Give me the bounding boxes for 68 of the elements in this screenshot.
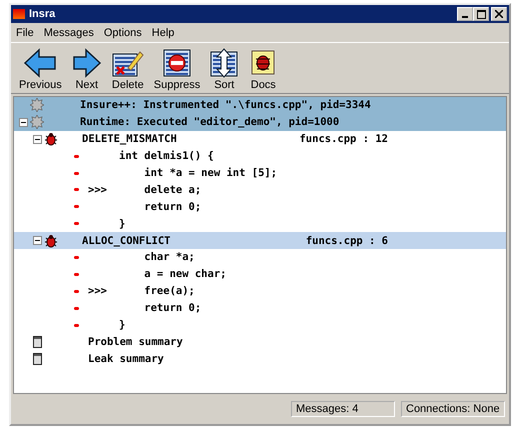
bullet-icon — [74, 222, 79, 226]
error-name: DELETE_MISMATCH — [82, 133, 177, 146]
status-panel: Messages: 4 — [291, 401, 395, 417]
toolbar-button[interactable]: Next — [70, 48, 104, 91]
bug-icon — [44, 132, 58, 146]
error-row[interactable]: ALLOC_CONFLICT funcs.cpp : 6 — [14, 232, 506, 250]
summary-text: Leak summary — [88, 352, 164, 365]
menu-item[interactable]: Options — [102, 26, 143, 38]
line-marker: >>> — [88, 184, 107, 196]
app-icon — [13, 9, 25, 19]
bullet-icon — [74, 205, 79, 208]
error-location: funcs.cpp : 12 — [299, 133, 388, 146]
bug-icon — [44, 234, 58, 248]
error-location: funcs.cpp : 6 — [306, 234, 388, 247]
line-marker: >>> — [88, 285, 107, 298]
bullet-icon — [74, 290, 79, 293]
document-icon — [32, 352, 42, 365]
menu-item[interactable]: File — [15, 26, 35, 38]
code-line: return 0; — [143, 302, 202, 314]
bullet-icon — [74, 306, 79, 310]
bullet-icon — [74, 154, 79, 158]
summary-text: Problem summary — [88, 336, 183, 348]
toolbar-button[interactable]: Sort — [208, 48, 240, 91]
code-line: a = new char; — [143, 268, 226, 280]
code-line: } — [119, 218, 126, 230]
bullet-icon — [74, 324, 79, 327]
bullet-icon — [74, 272, 79, 276]
no-entry-list-icon — [163, 48, 192, 78]
code-line: return 0; — [143, 200, 202, 213]
status-panel: Connections: None — [401, 401, 505, 417]
session-text: Insure++: Instrumented ".\funcs.cpp", pid=3344 — [80, 99, 371, 112]
close-button[interactable] — [491, 7, 507, 21]
session-row[interactable]: Runtime: Executed "editor_demo", pid=1000 — [14, 114, 506, 131]
maximize-icon — [476, 10, 486, 18]
summary-row[interactable]: Leak summary — [14, 350, 506, 368]
collapse-toggle[interactable] — [32, 236, 42, 246]
error-name: ALLOC_CONFLICT — [82, 234, 171, 247]
document-icon — [32, 336, 42, 348]
gear-icon — [30, 115, 44, 130]
code-line: int delmis1() { — [119, 150, 214, 162]
bullet-icon — [74, 188, 79, 192]
window-title: Insra — [29, 8, 56, 20]
toolbar-button[interactable]: Previous — [17, 48, 64, 91]
minimize-button[interactable] — [457, 7, 473, 21]
menu-item[interactable]: Help — [150, 26, 176, 38]
code-line: free(a); — [143, 285, 195, 298]
maximize-button[interactable] — [473, 7, 489, 21]
summary-row[interactable]: Problem summary — [14, 333, 506, 350]
toolbar-button[interactable]: Suppress — [152, 48, 202, 91]
code-line: char *a; — [143, 251, 195, 264]
left-arrow-icon — [23, 48, 58, 78]
collapse-toggle[interactable] — [32, 134, 42, 144]
bullet-icon — [74, 172, 79, 174]
toolbar-button[interactable]: Docs — [246, 48, 280, 91]
bullet-icon — [74, 256, 79, 259]
error-row[interactable]: DELETE_MISMATCH funcs.cpp : 12 — [14, 130, 506, 148]
right-arrow-icon — [72, 48, 102, 78]
gear-icon — [30, 98, 44, 112]
close-icon — [495, 10, 503, 18]
toolbar-button[interactable]: Delete — [110, 48, 146, 91]
collapse-toggle[interactable] — [18, 118, 28, 127]
session-row[interactable]: Insure++: Instrumented ".\funcs.cpp", pid=3344 — [14, 97, 506, 114]
code-line: int *a = new int [5]; — [143, 167, 278, 179]
up-down-arrow-icon — [210, 48, 238, 78]
code-line: delete a; — [143, 184, 202, 196]
session-text: Runtime: Executed "editor_demo", pid=1000 — [80, 116, 340, 128]
menu-item[interactable]: Messages — [42, 26, 95, 38]
code-line: } — [119, 319, 126, 332]
